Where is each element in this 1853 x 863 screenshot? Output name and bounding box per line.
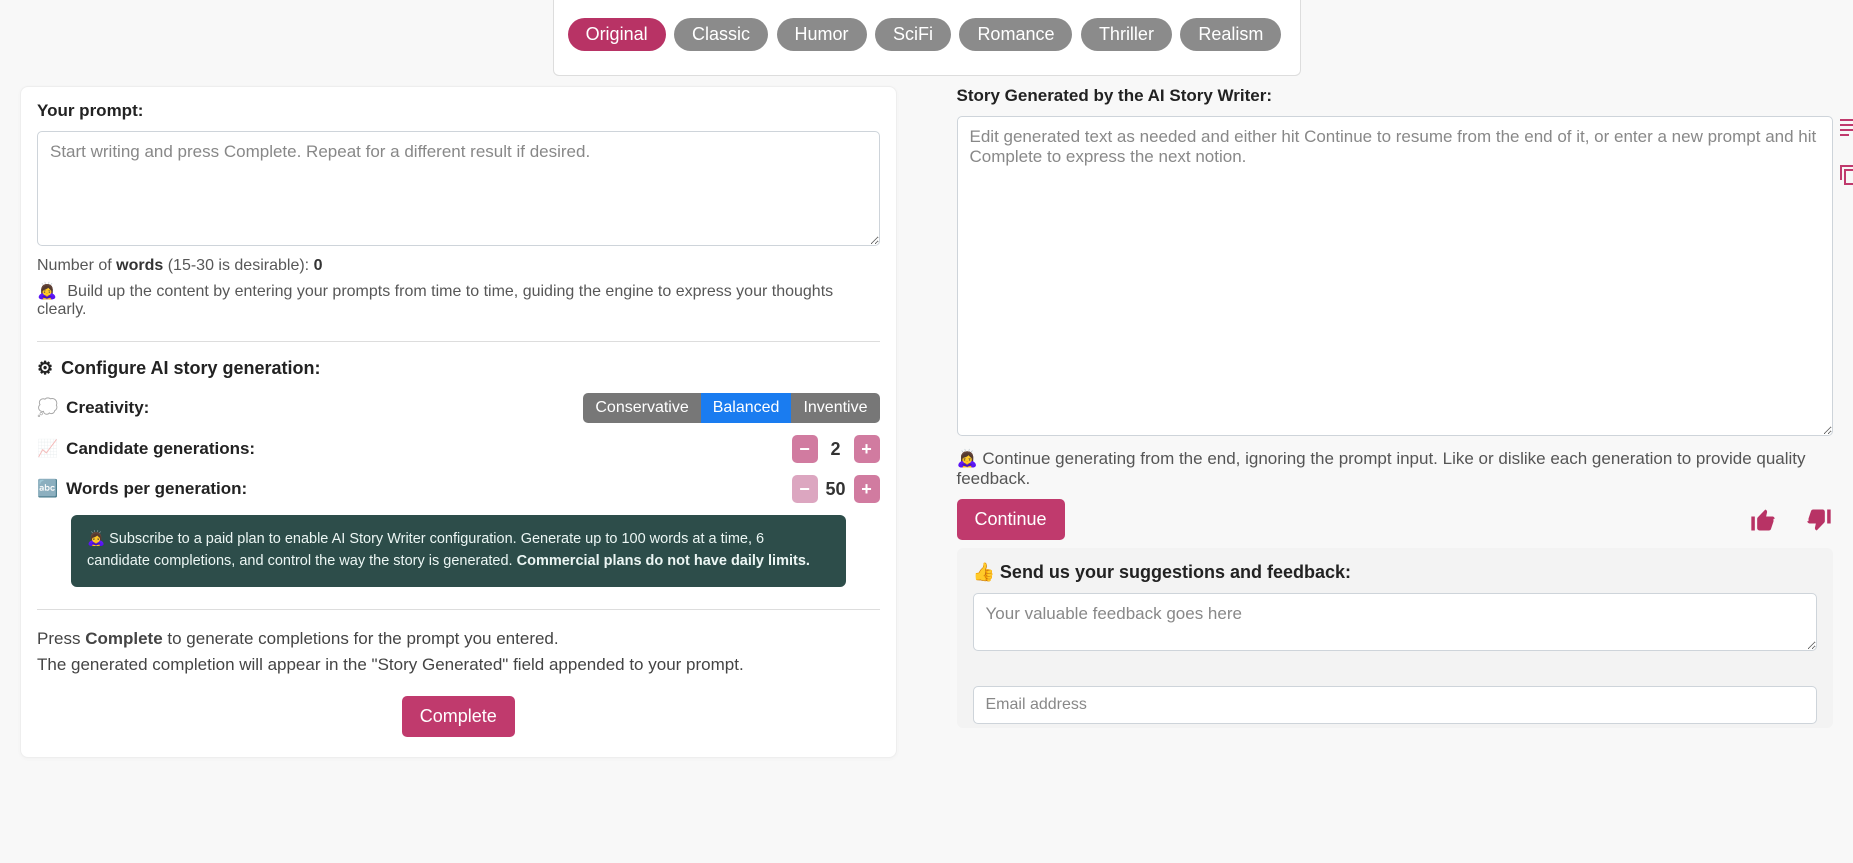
creativity-balanced[interactable]: Balanced: [701, 393, 792, 423]
word-count-strong: words: [116, 257, 163, 274]
prompt-card: Your prompt: Number of words (15-30 is d…: [20, 86, 897, 758]
creativity-label: 💭 Creativity:: [37, 398, 149, 418]
instr-complete-word: Complete: [85, 629, 162, 648]
words-per-stepper: − 50 +: [792, 475, 880, 503]
creativity-inventive[interactable]: Inventive: [791, 393, 879, 423]
words-per-label: 🔤 Words per generation:: [37, 479, 247, 499]
feedback-input[interactable]: [973, 593, 1818, 651]
instr-line2: The generated completion will appear in …: [37, 655, 744, 674]
words-per-value: 50: [824, 479, 848, 500]
copy-icon[interactable]: [1839, 164, 1853, 186]
creativity-row: 💭 Creativity: Conservative Balanced Inve…: [37, 393, 880, 423]
prompt-input[interactable]: [37, 131, 880, 246]
thumbs-up-icon[interactable]: [1749, 506, 1777, 534]
creativity-conservative[interactable]: Conservative: [583, 393, 700, 423]
output-textarea[interactable]: [957, 116, 1834, 436]
style-tabs: Original Classic Humor SciFi Romance Thr…: [553, 0, 1301, 76]
build-hint: 🙇‍♀️ Build up the content by entering yo…: [37, 281, 880, 319]
candidates-decrement[interactable]: −: [792, 435, 818, 463]
abcd-icon: 🔤: [37, 479, 58, 499]
feedback-section: 👍 Send us your suggestions and feedback:: [957, 548, 1834, 728]
output-hint: 🙇‍♀️ Continue generating from the end, i…: [957, 449, 1834, 489]
tab-humor[interactable]: Humor: [777, 18, 867, 51]
candidates-increment[interactable]: +: [854, 435, 880, 463]
output-side-icons: [1839, 118, 1853, 186]
candidates-value: 2: [824, 439, 848, 460]
notice-bold: Commercial plans do not have daily limit…: [517, 553, 810, 569]
bow-emoji-icon: 🙇‍♀️: [957, 449, 978, 468]
tab-scifi[interactable]: SciFi: [875, 18, 951, 51]
candidates-label: 📈 Candidate generations:: [37, 439, 255, 459]
bow-emoji-icon: 🙇‍♀️: [37, 283, 57, 300]
creativity-segmented: Conservative Balanced Inventive: [583, 393, 879, 423]
growth-chart-icon: 📈: [37, 439, 58, 459]
words-per-decrement[interactable]: −: [792, 475, 818, 503]
word-count-value: 0: [314, 257, 323, 274]
candidates-label-text: Candidate generations:: [66, 439, 255, 459]
config-title-text: Configure AI story generation:: [61, 358, 320, 379]
tab-romance[interactable]: Romance: [959, 18, 1072, 51]
creativity-label-text: Creativity:: [66, 398, 149, 418]
instr-press: Press: [37, 629, 85, 648]
thought-bubble-icon: 💭: [37, 398, 58, 418]
output-hint-text: Continue generating from the end, ignori…: [957, 449, 1806, 488]
email-field[interactable]: [973, 686, 1818, 724]
complete-button[interactable]: Complete: [402, 696, 515, 737]
output-title: Story Generated by the AI Story Writer:: [957, 86, 1834, 106]
tab-thriller[interactable]: Thriller: [1081, 18, 1172, 51]
prompt-title: Your prompt:: [37, 101, 880, 121]
feedback-heading: 👍 Send us your suggestions and feedback:: [973, 562, 1818, 583]
divider: [37, 341, 880, 342]
feedback-heading-text: Send us your suggestions and feedback:: [995, 562, 1351, 582]
tab-realism[interactable]: Realism: [1180, 18, 1281, 51]
upgrade-notice: 🙇‍♀️ Subscribe to a paid plan to enable …: [71, 515, 846, 587]
candidates-row: 📈 Candidate generations: − 2 +: [37, 435, 880, 463]
word-count-prefix: Number of: [37, 257, 116, 274]
config-title: ⚙ Configure AI story generation:: [37, 358, 880, 379]
word-count-hint: Number of words (15-30 is desirable): 0: [37, 257, 880, 275]
words-per-label-text: Words per generation:: [66, 479, 247, 499]
candidates-stepper: − 2 +: [792, 435, 880, 463]
instructions: Press Complete to generate completions f…: [37, 626, 880, 679]
divider: [37, 609, 880, 610]
continue-bar: Continue: [957, 499, 1834, 540]
bow-emoji-icon: 🙇‍♀️: [87, 531, 105, 547]
tab-classic[interactable]: Classic: [674, 18, 768, 51]
thumbs-down-icon[interactable]: [1805, 506, 1833, 534]
instr-rem1: to generate completions for the prompt y…: [163, 629, 559, 648]
build-hint-text: Build up the content by entering your pr…: [37, 283, 833, 318]
words-per-row: 🔤 Words per generation: − 50 +: [37, 475, 880, 503]
thumbs-up-emoji-icon: 👍: [973, 562, 995, 582]
words-per-increment[interactable]: +: [854, 475, 880, 503]
tab-original[interactable]: Original: [568, 18, 666, 51]
continue-button[interactable]: Continue: [957, 499, 1065, 540]
gear-icon: ⚙: [37, 358, 53, 379]
word-count-suffix: (15-30 is desirable):: [163, 257, 313, 274]
output-panel: Story Generated by the AI Story Writer:: [957, 86, 1834, 728]
rating-thumbs: [1749, 506, 1833, 534]
clear-list-icon[interactable]: [1839, 118, 1853, 136]
